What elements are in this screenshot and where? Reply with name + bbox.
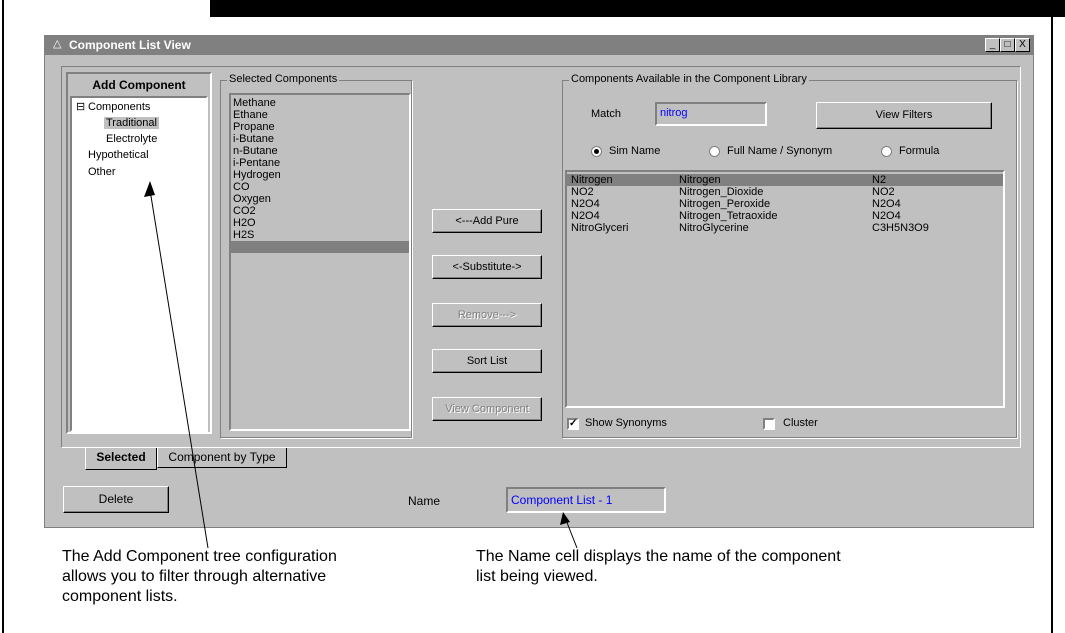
right-caption: The Name cell displays the name of the c… xyxy=(476,548,841,585)
left-callout-arrowhead xyxy=(144,181,155,197)
callout-arrows xyxy=(144,181,578,549)
right-callout-line xyxy=(565,519,578,549)
left-caption: The Add Component tree configuration all… xyxy=(62,548,337,605)
right-callout-arrowhead xyxy=(560,512,570,525)
left-callout-line xyxy=(149,189,209,549)
